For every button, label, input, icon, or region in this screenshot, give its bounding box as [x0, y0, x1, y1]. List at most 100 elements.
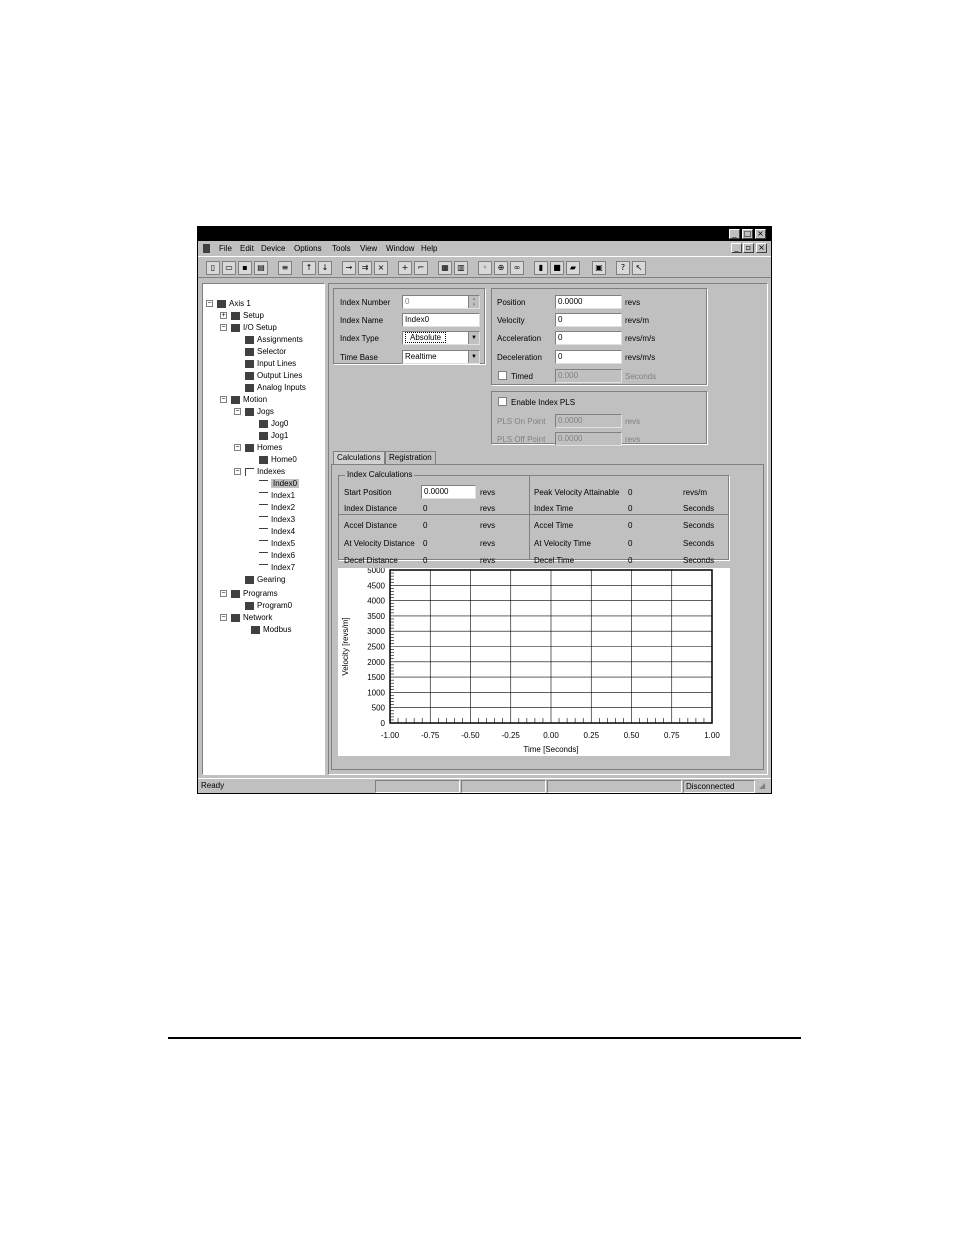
- zoom-icon[interactable]: ◦: [478, 261, 492, 275]
- enable-pls-checkbox[interactable]: [498, 397, 507, 406]
- menu-device[interactable]: Device: [261, 244, 285, 253]
- expand-setup-icon[interactable]: +: [220, 312, 227, 319]
- tree-program0[interactable]: Program0: [245, 600, 292, 611]
- tree-index6[interactable]: Index6: [259, 550, 295, 561]
- menu-edit[interactable]: Edit: [240, 244, 254, 253]
- start-position-input[interactable]: 0.0000: [421, 485, 476, 499]
- print-icon[interactable]: ▤: [254, 261, 268, 275]
- record-icon[interactable]: ▰: [566, 261, 580, 275]
- tree-selector[interactable]: Selector: [245, 346, 286, 357]
- time-base-select[interactable]: Realtime ▼: [402, 350, 480, 364]
- position-label: Position: [497, 298, 526, 307]
- cancel-icon[interactable]: ×: [374, 261, 388, 275]
- title-bar[interactable]: _ □ ×: [198, 227, 771, 241]
- compile-icon[interactable]: →: [342, 261, 356, 275]
- menu-file[interactable]: File: [219, 244, 232, 253]
- tree-index3[interactable]: Index3: [259, 514, 295, 525]
- mdi-close-button[interactable]: ×: [756, 243, 767, 253]
- tree-analog-inputs[interactable]: Analog Inputs: [245, 382, 306, 393]
- new-icon[interactable]: ▯: [206, 261, 220, 275]
- tree-network[interactable]: Network: [231, 612, 272, 623]
- tree-jog0[interactable]: Jog0: [259, 418, 288, 429]
- pls-on-input[interactable]: 0.0000: [555, 414, 622, 428]
- copy-config-icon[interactable]: ▦: [438, 261, 452, 275]
- document-icon[interactable]: [203, 244, 210, 253]
- open-icon[interactable]: ▭: [222, 261, 236, 275]
- zoom-out-icon[interactable]: ∞: [510, 261, 524, 275]
- tree-homes[interactable]: Homes: [245, 442, 282, 453]
- stop-icon[interactable]: ■: [550, 261, 564, 275]
- tab-calculations[interactable]: Calculations: [333, 451, 385, 464]
- tree-index2[interactable]: Index2: [259, 502, 295, 513]
- tree-gearing[interactable]: Gearing: [245, 574, 285, 585]
- menu-view[interactable]: View: [360, 244, 377, 253]
- menu-help[interactable]: Help: [421, 244, 437, 253]
- tab-registration[interactable]: Registration: [385, 451, 436, 464]
- position-input[interactable]: 0.0000: [555, 295, 622, 309]
- tree-jog1[interactable]: Jog1: [259, 430, 288, 441]
- tree-modbus[interactable]: Modbus: [251, 624, 291, 635]
- collapse-io-setup-icon[interactable]: −: [220, 324, 227, 331]
- tree-index7[interactable]: Index7: [259, 562, 295, 573]
- save-icon[interactable]: ▪: [238, 261, 252, 275]
- collapse-axis-icon[interactable]: −: [206, 300, 213, 307]
- view-icon[interactable]: ▣: [592, 261, 606, 275]
- chevron-down-icon[interactable]: ▼: [468, 351, 479, 363]
- menu-options[interactable]: Options: [294, 244, 322, 253]
- project-tree[interactable]: − Axis 1 + Setup − I/O Setup Assignments…: [202, 283, 325, 775]
- deceleration-input[interactable]: 0: [555, 350, 622, 364]
- timed-checkbox[interactable]: [498, 371, 507, 380]
- tree-index1[interactable]: Index1: [259, 490, 295, 501]
- close-button[interactable]: ×: [755, 229, 766, 239]
- tree-index0[interactable]: Index0: [259, 478, 300, 489]
- tree-programs[interactable]: Programs: [231, 588, 278, 599]
- tree-indexes[interactable]: Indexes: [245, 466, 285, 477]
- tree-io-setup[interactable]: I/O Setup: [231, 322, 277, 333]
- menu-window[interactable]: Window: [386, 244, 414, 253]
- compile-all-icon[interactable]: ⇉: [358, 261, 372, 275]
- tree-index4[interactable]: Index4: [259, 526, 295, 537]
- collapse-programs-icon[interactable]: −: [220, 590, 227, 597]
- resize-grip-icon[interactable]: ◢: [759, 781, 769, 791]
- collapse-homes-icon[interactable]: −: [234, 444, 241, 451]
- paste-config-icon[interactable]: ▥: [454, 261, 468, 275]
- tree-setup[interactable]: Setup: [231, 310, 264, 321]
- velocity-input[interactable]: 0: [555, 313, 622, 327]
- download-icon[interactable]: ↓: [318, 261, 332, 275]
- tree-axis[interactable]: Axis 1: [217, 298, 251, 309]
- timed-input[interactable]: 0.000: [555, 369, 622, 383]
- zoom-in-icon[interactable]: ⊕: [494, 261, 508, 275]
- collapse-jogs-icon[interactable]: −: [234, 408, 241, 415]
- stop-motion-icon[interactable]: ⌐: [414, 261, 428, 275]
- minimize-button[interactable]: _: [729, 229, 740, 239]
- maximize-button[interactable]: □: [742, 229, 753, 239]
- run-icon[interactable]: +: [398, 261, 412, 275]
- mdi-minimize-button[interactable]: _: [731, 243, 742, 253]
- acceleration-label: Acceleration: [497, 334, 542, 343]
- tree-motion[interactable]: Motion: [231, 394, 267, 405]
- index-number-spinner[interactable]: 0 ▴ ▾: [402, 295, 480, 309]
- index-type-select[interactable]: Absolute ▼: [402, 331, 480, 345]
- tree-index5[interactable]: Index5: [259, 538, 295, 549]
- properties-icon[interactable]: ≡: [278, 261, 292, 275]
- menu-tools[interactable]: Tools: [332, 244, 351, 253]
- chevron-down-icon[interactable]: ▼: [468, 332, 479, 344]
- collapse-motion-icon[interactable]: −: [220, 396, 227, 403]
- tree-output-lines[interactable]: Output Lines: [245, 370, 302, 381]
- tree-assignments[interactable]: Assignments: [245, 334, 303, 345]
- index-name-input[interactable]: Index0: [402, 313, 480, 327]
- spinner-arrows-icon[interactable]: ▴ ▾: [468, 296, 479, 308]
- tree-input-lines[interactable]: Input Lines: [245, 358, 296, 369]
- upload-icon[interactable]: ↑: [302, 261, 316, 275]
- collapse-indexes-icon[interactable]: −: [234, 468, 241, 475]
- jogs-icon: [245, 407, 254, 416]
- help-icon[interactable]: ?: [616, 261, 630, 275]
- pls-off-input[interactable]: 0.0000: [555, 432, 622, 446]
- mdi-restore-button[interactable]: ▫: [743, 243, 754, 253]
- tree-jogs[interactable]: Jogs: [245, 406, 274, 417]
- collapse-network-icon[interactable]: −: [220, 614, 227, 621]
- step-icon[interactable]: ▮: [534, 261, 548, 275]
- tree-home0[interactable]: Home0: [259, 454, 297, 465]
- acceleration-input[interactable]: 0: [555, 331, 622, 345]
- context-help-icon[interactable]: ↖: [632, 261, 646, 275]
